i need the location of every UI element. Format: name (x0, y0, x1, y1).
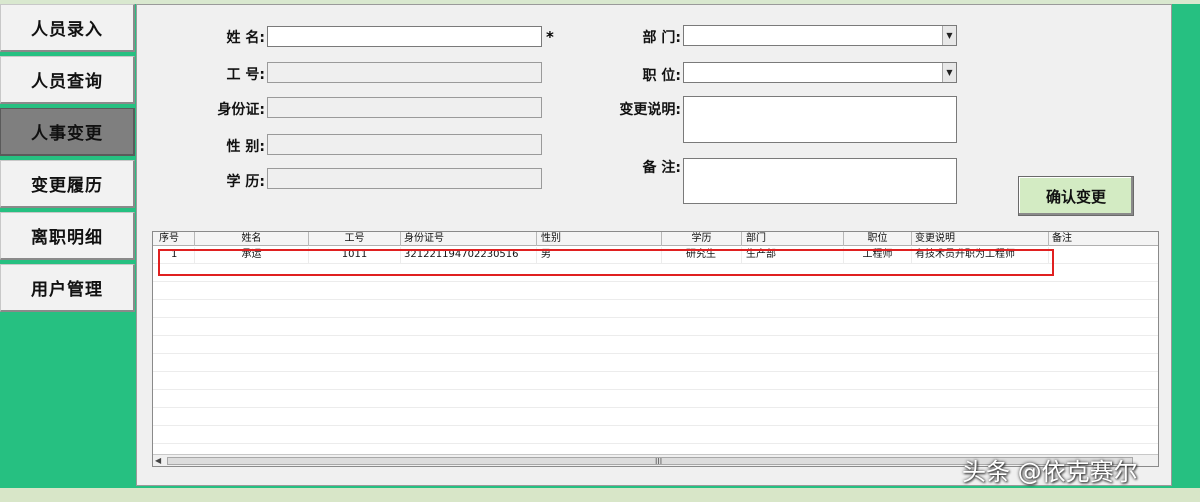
table-row[interactable] (153, 301, 1158, 318)
department-select[interactable]: ▼ (683, 25, 957, 46)
table-row[interactable] (153, 427, 1158, 444)
col-header-position[interactable]: 职位 (844, 232, 912, 246)
col-header-education[interactable]: 学历 (662, 232, 742, 246)
name-label: 姓 名: (226, 30, 265, 46)
position-label: 职 位: (642, 68, 681, 84)
nav-user-management[interactable]: 用户管理 (0, 264, 135, 312)
col-header-remark[interactable]: 备注 (1049, 232, 1158, 246)
table-row[interactable] (153, 337, 1158, 354)
col-header-name[interactable]: 姓名 (195, 232, 309, 246)
nav-resignation-detail[interactable]: 离职明细 (0, 212, 135, 260)
table-row[interactable] (153, 355, 1158, 372)
employee-id-field[interactable] (267, 62, 542, 83)
change-description-textarea[interactable] (683, 96, 957, 143)
remark-textarea[interactable] (683, 158, 957, 204)
name-field[interactable] (267, 26, 542, 47)
row-highlight-box (158, 249, 1054, 276)
id-card-label: 身份证: (217, 102, 265, 118)
table-row[interactable] (153, 409, 1158, 426)
table-row[interactable] (153, 283, 1158, 300)
col-header-gender[interactable]: 性别 (537, 232, 662, 246)
change-description-label: 变更说明: (619, 102, 681, 118)
chevron-down-icon[interactable]: ▼ (942, 26, 956, 45)
grid-header: 序号 姓名 工号 身份证号 性别 学历 部门 职位 变更说明 备注 (153, 232, 1158, 246)
nav-personnel-change[interactable]: 人事变更 (0, 108, 135, 156)
id-card-field[interactable] (267, 97, 542, 118)
position-select[interactable]: ▼ (683, 62, 957, 83)
nav-personnel-entry[interactable]: 人员录入 (0, 4, 135, 52)
col-header-id-card[interactable]: 身份证号 (401, 232, 537, 246)
table-row[interactable] (153, 373, 1158, 390)
gender-field[interactable] (267, 134, 542, 155)
table-row[interactable] (153, 391, 1158, 408)
sidebar: 人员录入 人员查询 人事变更 变更履历 离职明细 用户管理 (0, 0, 136, 502)
confirm-change-button[interactable]: 确认变更 (1018, 176, 1134, 216)
chevron-down-icon[interactable]: ▼ (942, 63, 956, 82)
col-header-seq[interactable]: 序号 (153, 232, 195, 246)
col-header-change-description[interactable]: 变更说明 (912, 232, 1049, 246)
table-row[interactable] (153, 319, 1158, 336)
col-header-employee-id[interactable]: 工号 (309, 232, 401, 246)
scroll-left-icon[interactable]: ◀ (155, 455, 161, 466)
gender-label: 性 别: (226, 139, 265, 155)
bottom-strip (0, 488, 1200, 502)
required-mark: * (546, 28, 554, 46)
nav-change-history[interactable]: 变更履历 (0, 160, 135, 208)
remark-label: 备 注: (642, 160, 681, 176)
department-label: 部 门: (642, 30, 681, 46)
records-grid[interactable]: 序号 姓名 工号 身份证号 性别 学历 部门 职位 变更说明 备注 1 承运 1… (152, 231, 1159, 467)
nav-personnel-query[interactable]: 人员查询 (0, 56, 135, 104)
watermark: 头条 @依克赛尔 (962, 458, 1138, 486)
education-label: 学 历: (226, 174, 265, 190)
education-field[interactable] (267, 168, 542, 189)
cell-remark (1049, 247, 1158, 264)
employee-id-label: 工 号: (226, 67, 265, 83)
scroll-grip: III (655, 457, 663, 466)
col-header-department[interactable]: 部门 (742, 232, 844, 246)
main-panel: 姓 名: * 工 号: 身份证: 性 别: 学 历: 部 门: ▼ 职 位: ▼… (136, 4, 1172, 486)
